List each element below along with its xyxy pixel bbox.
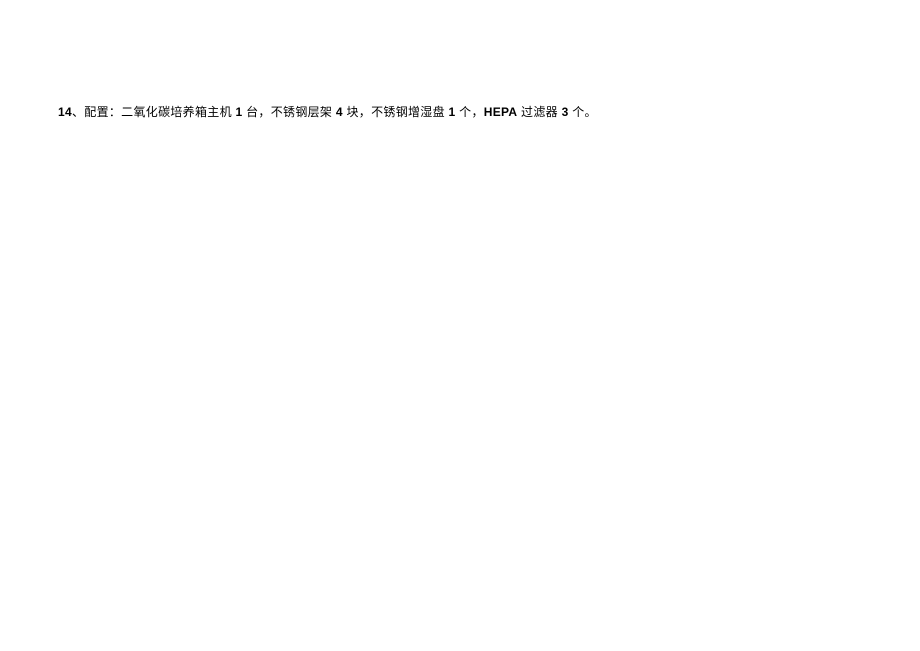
text-part1e: 过滤器 [517,105,561,119]
text-part1a: 二氧化碳培养箱主机 [121,105,235,119]
text-part1f: 个。 [569,105,597,119]
text-part1b: 台，不锈钢层架 [243,105,336,119]
item-separator: 、 [72,105,84,119]
qty-main-unit: 1 [236,105,243,119]
text-part1d: 个， [456,105,484,119]
hepa-label: HEPA [484,105,518,119]
config-prefix: 配置： [84,105,121,119]
config-line: 14、配置：二氧化碳培养箱主机 1 台，不锈钢层架 4 块，不锈钢增湿盘 1 个… [58,103,862,122]
document-body: 14、配置：二氧化碳培养箱主机 1 台，不锈钢层架 4 块，不锈钢增湿盘 1 个… [58,103,862,122]
text-part1c: 块，不锈钢增湿盘 [343,105,449,119]
qty-shelves: 4 [336,105,343,119]
item-number: 14 [58,105,72,119]
qty-filters: 3 [562,105,569,119]
qty-humidity-tray: 1 [449,105,456,119]
